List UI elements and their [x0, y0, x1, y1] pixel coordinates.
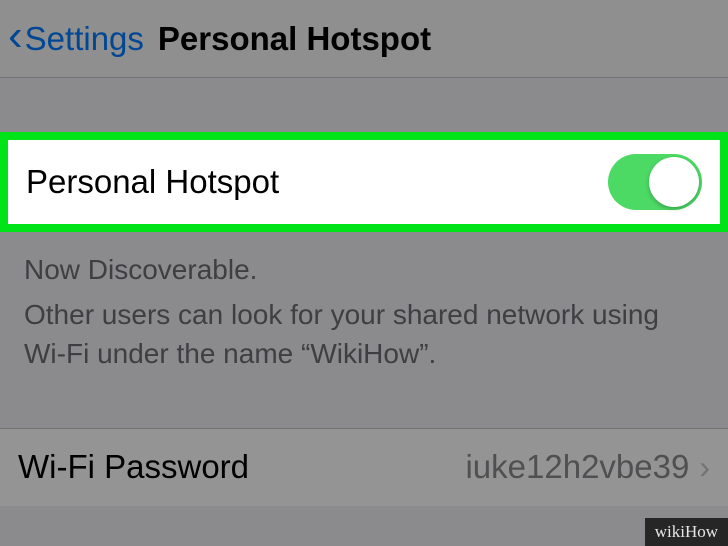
hotspot-label: Personal Hotspot — [26, 163, 279, 201]
hotspot-toggle[interactable] — [608, 154, 702, 210]
hotspot-toggle-row[interactable]: Personal Hotspot — [8, 140, 720, 224]
discoverable-detail: Other users can look for your shared net… — [24, 295, 704, 373]
description-text: Now Discoverable. Other users can look f… — [0, 232, 728, 374]
highlight-frame: Personal Hotspot — [0, 132, 728, 232]
chevron-left-icon[interactable]: ‹ — [8, 14, 23, 58]
discoverable-status: Now Discoverable. — [24, 250, 704, 289]
wifi-password-row[interactable]: Wi-Fi Password iuke12h2vbe39 › — [0, 428, 728, 506]
wifi-password-value: iuke12h2vbe39 — [465, 448, 689, 486]
section-spacer — [0, 78, 728, 132]
watermark: wikiHow — [645, 518, 728, 546]
section-spacer — [0, 374, 728, 428]
wifi-password-value-group: iuke12h2vbe39 › — [465, 448, 710, 486]
nav-header: ‹ Settings Personal Hotspot — [0, 0, 728, 78]
back-button[interactable]: Settings — [25, 20, 144, 58]
page-title: Personal Hotspot — [158, 20, 431, 58]
wifi-password-label: Wi-Fi Password — [18, 448, 249, 486]
toggle-knob — [649, 157, 699, 207]
chevron-right-icon: › — [699, 449, 710, 486]
